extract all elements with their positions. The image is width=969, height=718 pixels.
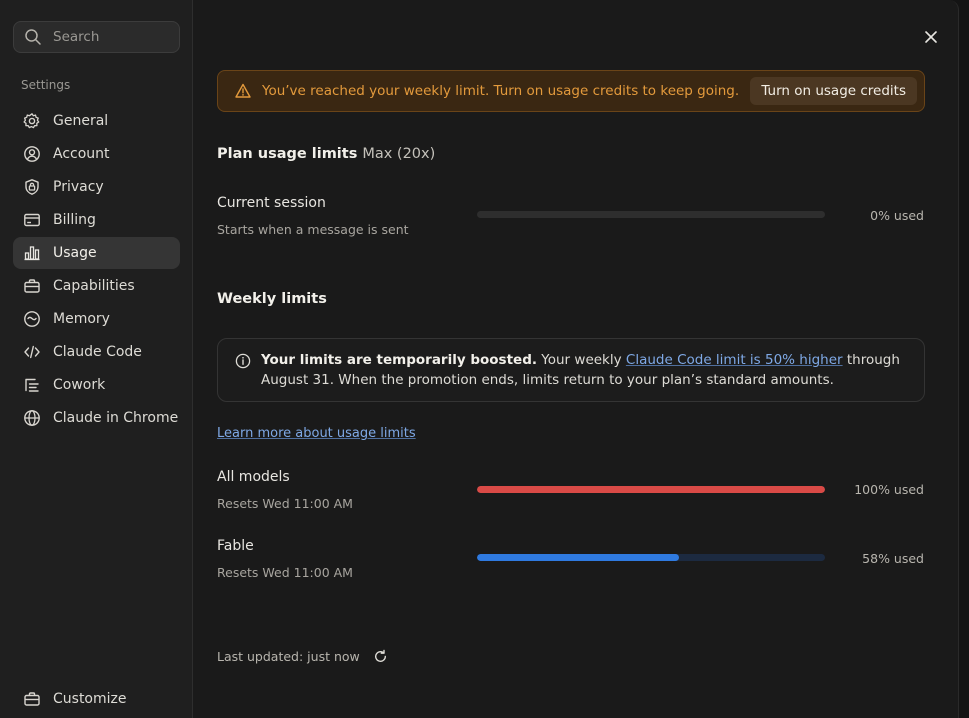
sidebar-item-account[interactable]: Account: [13, 138, 180, 170]
sidebar-item-general[interactable]: General: [13, 105, 180, 137]
all-models-reset: Resets Wed 11:00 AM: [217, 496, 353, 511]
plan-usage-title: Plan usage limits Max (20x): [217, 146, 435, 162]
close-button[interactable]: [921, 27, 941, 47]
briefcase-icon: [23, 690, 41, 708]
sidebar-item-billing[interactable]: Billing: [13, 204, 180, 236]
sidebar-item-capabilities[interactable]: Capabilities: [13, 270, 180, 302]
refresh-icon: [374, 649, 386, 662]
cowork-icon: [23, 376, 41, 394]
fable-progress-fill: [477, 554, 679, 561]
plan-tier: Max (20x): [362, 146, 436, 162]
sidebar-item-label: Memory: [53, 311, 110, 327]
sidebar-item-memory[interactable]: Memory: [13, 303, 180, 335]
last-updated: Last updated: just now: [217, 649, 388, 664]
fable-reset: Resets Wed 11:00 AM: [217, 565, 353, 580]
settings-window: Search Settings General Account Privacy …: [0, 0, 959, 718]
current-session-label: Current session: [217, 195, 326, 211]
alert-message: You’ve reached your weekly limit. Turn o…: [262, 83, 740, 99]
globe-icon: [23, 409, 41, 427]
user-circle-icon: [23, 145, 41, 163]
search-icon: [25, 29, 41, 45]
sidebar-item-customize[interactable]: Customize: [13, 683, 180, 715]
sidebar-item-label: Billing: [53, 212, 96, 228]
sidebar-item-label: Claude Code: [53, 344, 142, 360]
fable-progress-bar: [477, 554, 825, 561]
sidebar-item-label: Cowork: [53, 377, 106, 393]
gear-icon: [23, 112, 41, 130]
last-updated-text: Last updated: just now: [217, 649, 360, 664]
bar-chart-icon: [23, 244, 41, 262]
turn-on-usage-credits-button[interactable]: Turn on usage credits: [750, 77, 917, 105]
code-icon: [23, 343, 41, 361]
warning-icon: [234, 82, 252, 100]
sidebar-item-claude-in-chrome[interactable]: Claude in Chrome: [13, 402, 180, 434]
shield-lock-icon: [23, 178, 41, 196]
fable-percent: 58% used: [862, 551, 924, 566]
sidebar-item-usage[interactable]: Usage: [13, 237, 180, 269]
learn-more-link[interactable]: Learn more about usage limits: [217, 426, 416, 441]
all-models-progress-fill: [477, 486, 825, 493]
current-session-progress-bar: [477, 211, 825, 218]
plan-usage-heading: Plan usage limits: [217, 146, 358, 162]
all-models-progress-bar: [477, 486, 825, 493]
weekly-limit-alert: You’ve reached your weekly limit. Turn o…: [217, 70, 925, 112]
customize-label: Customize: [53, 691, 127, 707]
usage-panel: You’ve reached your weekly limit. Turn o…: [193, 0, 958, 718]
boost-info-pre: Your weekly: [537, 352, 626, 368]
sidebar-item-claude-code[interactable]: Claude Code: [13, 336, 180, 368]
card-icon: [23, 211, 41, 229]
current-session-percent: 0% used: [870, 208, 924, 223]
all-models-label: All models: [217, 469, 290, 485]
boost-info-text: Your limits are temporarily boosted. You…: [261, 350, 911, 390]
refresh-button[interactable]: [373, 649, 388, 664]
boost-info-box: Your limits are temporarily boosted. You…: [217, 338, 925, 402]
sidebar-item-cowork[interactable]: Cowork: [13, 369, 180, 401]
sidebar-item-label: Usage: [53, 245, 97, 261]
toolbox-icon: [23, 277, 41, 295]
weekly-limits-title: Weekly limits: [217, 291, 327, 307]
sidebar-nav: General Account Privacy Billing Usage Ca…: [13, 105, 180, 435]
sidebar: Search Settings General Account Privacy …: [0, 0, 193, 718]
sidebar-item-label: Claude in Chrome: [53, 410, 179, 426]
boost-info-bold: Your limits are temporarily boosted.: [261, 352, 537, 368]
claude-code-limit-link[interactable]: Claude Code limit is 50% higher: [626, 352, 843, 368]
sidebar-item-label: Account: [53, 146, 110, 162]
search-placeholder: Search: [53, 29, 100, 45]
sidebar-item-privacy[interactable]: Privacy: [13, 171, 180, 203]
settings-section-label: Settings: [21, 78, 71, 92]
fable-label: Fable: [217, 538, 254, 554]
info-icon: [235, 353, 251, 373]
sidebar-item-label: Privacy: [53, 179, 104, 195]
sidebar-item-label: Capabilities: [53, 278, 135, 294]
all-models-percent: 100% used: [854, 482, 924, 497]
close-icon: [925, 31, 937, 43]
memory-icon: [23, 310, 41, 328]
search-input[interactable]: Search: [13, 21, 180, 53]
current-session-sub: Starts when a message is sent: [217, 222, 409, 237]
sidebar-item-label: General: [53, 113, 109, 129]
